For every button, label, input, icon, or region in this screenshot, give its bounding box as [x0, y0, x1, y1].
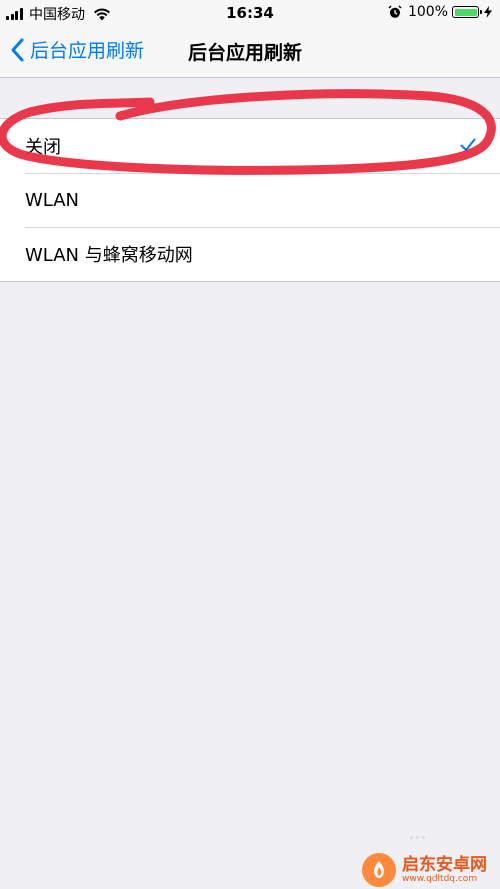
status-right: 100% — [388, 4, 492, 20]
navigation-bar: 后台应用刷新 后台应用刷新 — [0, 26, 500, 78]
chevron-left-icon — [11, 38, 24, 61]
battery-percent: 100% — [407, 4, 448, 20]
refresh-options-list: 关闭 WLAN WLAN 与蜂窝移动网 — [0, 118, 500, 282]
battery-fill — [454, 8, 477, 16]
option-wlan-cellular[interactable]: WLAN 与蜂窝移动网 — [0, 227, 500, 281]
page-dots — [410, 836, 428, 839]
option-label: WLAN — [25, 189, 80, 211]
status-bar: 中国移动 16:34 100% — [0, 0, 500, 26]
watermark-text: 启东安卓网 www.qdltdq.com — [402, 856, 487, 885]
page-title: 后台应用刷新 — [188, 42, 303, 64]
charging-bolt-icon — [484, 6, 492, 18]
option-off[interactable]: 关闭 — [0, 119, 500, 173]
checkmark-icon — [460, 138, 476, 151]
watermark-title: 启东安卓网 — [402, 854, 487, 875]
watermark: 启东安卓网 www.qdltdq.com — [362, 853, 487, 887]
option-wlan[interactable]: WLAN — [0, 173, 500, 227]
alarm-icon — [388, 5, 402, 18]
option-label: 关闭 — [25, 137, 61, 158]
back-label: 后台应用刷新 — [30, 40, 145, 62]
battery-icon — [452, 6, 482, 18]
watermark-url: www.qdltdq.com — [402, 873, 478, 884]
back-button[interactable]: 后台应用刷新 — [10, 36, 144, 63]
brand-logo-icon — [362, 853, 396, 887]
option-label: WLAN 与蜂窝移动网 — [25, 245, 193, 266]
